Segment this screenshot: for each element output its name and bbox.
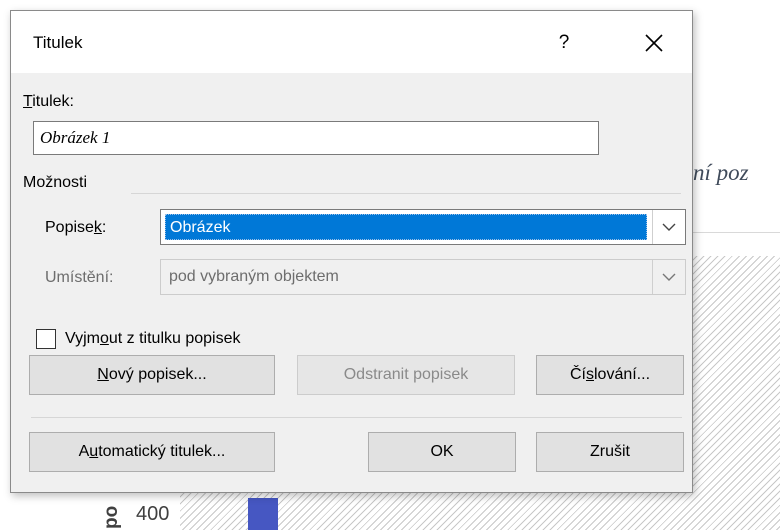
help-button[interactable]: ?: [541, 23, 587, 63]
caption-label-accesskey: T: [23, 93, 33, 110]
label-field-text: Popise: [45, 219, 94, 236]
new-label-text: ový popisek...: [108, 366, 207, 383]
label-field-accesskey: k: [93, 219, 102, 236]
chart-bar: [248, 498, 278, 530]
cancel-button[interactable]: Zrušit: [536, 432, 684, 472]
chart-tick-label: 400: [136, 503, 170, 525]
exclude-label-checkbox[interactable]: [36, 329, 56, 349]
position-field-label: Umístění:: [45, 269, 114, 286]
numbering-accesskey: s: [585, 366, 594, 383]
exclude-label-checkbox-label[interactable]: Vyjmout z titulku popisek: [65, 330, 241, 348]
exclude-label-text-pre: Vyjm: [65, 330, 100, 347]
button-separator: [31, 417, 682, 418]
document-heading-fragment: ní poz: [693, 160, 749, 185]
options-group-label: Možnosti: [23, 174, 88, 191]
caption-dialog: Titulek ? Titulek: Možnosti Popisek: Obr…: [10, 10, 693, 493]
label-field-label: Popisek:: [45, 219, 106, 237]
position-select-dropdown[interactable]: [652, 260, 685, 294]
dialog-titlebar: Titulek ?: [11, 11, 692, 73]
chevron-down-icon: [662, 273, 676, 281]
options-group-divider: [131, 193, 681, 194]
autocaption-accesskey: u: [89, 443, 99, 460]
chart-axis-label-fragment: po: [101, 505, 122, 529]
label-field-colon: :: [101, 219, 107, 236]
label-select-value: Obrázek: [165, 214, 647, 240]
caption-input[interactable]: [33, 121, 599, 155]
close-icon: [645, 34, 663, 52]
label-select[interactable]: Obrázek: [160, 209, 686, 245]
numbering-button[interactable]: Číslování...: [536, 355, 684, 395]
numbering-text-pre: Čí: [569, 366, 586, 383]
new-label-button[interactable]: Nový popisek...: [29, 355, 275, 395]
autocaption-button[interactable]: Automatický titulek...: [29, 432, 275, 472]
exclude-label-accesskey: o: [99, 330, 109, 347]
delete-label-button[interactable]: Odstranit popisek: [297, 355, 515, 395]
new-label-accesskey: N: [97, 366, 109, 383]
label-select-dropdown[interactable]: [652, 210, 685, 244]
caption-label-text: itulek:: [32, 93, 74, 110]
autocaption-text-pre: A: [78, 443, 90, 460]
exclude-label-text-post: ut z titulku popisek: [108, 330, 241, 347]
close-button[interactable]: [631, 23, 677, 63]
position-select-value: pod vybraným objektem: [169, 268, 339, 285]
dialog-title: Titulek: [33, 33, 83, 52]
autocaption-text-post: tomatický titulek...: [98, 443, 226, 460]
chart-gridline: [693, 232, 780, 233]
ok-button[interactable]: OK: [368, 432, 516, 472]
chevron-down-icon: [662, 223, 676, 231]
position-select[interactable]: pod vybraným objektem: [160, 259, 686, 295]
caption-field-label: Titulek:: [23, 93, 74, 111]
numbering-text-post: lování...: [593, 366, 651, 383]
